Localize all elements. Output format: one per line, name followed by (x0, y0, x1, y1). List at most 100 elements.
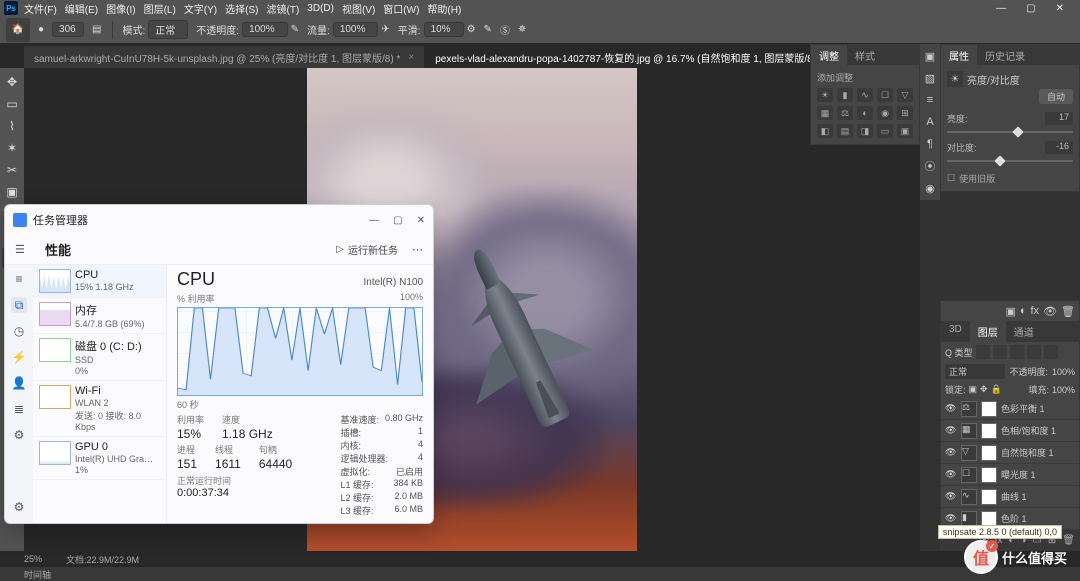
details-icon[interactable]: ≣ (11, 401, 27, 417)
history-icon[interactable]: ◷ (11, 323, 27, 339)
settings-icon[interactable]: ⚙ (11, 499, 27, 515)
opacity-field[interactable]: 100% (242, 22, 288, 37)
levels-icon[interactable]: ▮ (837, 88, 853, 102)
libraries-icon[interactable]: ≡ (922, 92, 938, 108)
run-new-task-button[interactable]: ▷运行新任务 (336, 242, 398, 257)
visibility-icon[interactable]: 👁 (945, 403, 957, 414)
move-tool[interactable]: ✥ (2, 72, 22, 92)
home-button[interactable]: 🏠 (6, 18, 30, 42)
doc-tab-1[interactable]: samuel-arkwright-CuInU78H-5k-unsplash.jp… (24, 46, 425, 68)
curves-icon[interactable]: ∿ (857, 88, 873, 102)
performance-icon[interactable]: ⧉ (11, 297, 27, 313)
quick-select-tool[interactable]: ✶ (2, 138, 22, 158)
hamburger-icon[interactable]: ☰ (15, 243, 31, 256)
pressure-size-icon[interactable]: Ⓢ (500, 22, 510, 37)
brushes-icon[interactable]: ⦿ (922, 158, 938, 174)
lock-all-icon[interactable]: ▣ (969, 384, 978, 395)
brightness-icon[interactable]: ☀ (817, 88, 833, 102)
more-icon[interactable]: ⋯ (412, 243, 423, 256)
threshold-icon[interactable]: ◨ (857, 124, 873, 138)
butterfly-icon[interactable]: ✵ (518, 24, 526, 35)
mask-thumb[interactable] (981, 401, 997, 417)
visibility-icon[interactable]: 👁 (945, 491, 957, 502)
filter-icon[interactable]: ▣ (1005, 305, 1015, 318)
layer-row[interactable]: 👁∿曲线 1 (941, 486, 1079, 508)
filter-shape-icon[interactable] (1027, 345, 1041, 359)
menu-view[interactable]: 视图(V) (342, 1, 375, 16)
auto-button[interactable]: 自动 (1039, 89, 1073, 104)
visibility-icon[interactable]: 👁 (945, 469, 957, 480)
lasso-tool[interactable]: ⌇ (2, 116, 22, 136)
brightness-value[interactable]: 17 (1045, 112, 1073, 125)
exposure-icon[interactable]: ☐ (877, 88, 893, 102)
smooth-gear-icon[interactable]: ⚙ (467, 24, 476, 35)
window-minimize-icon[interactable]: — (996, 3, 1006, 14)
mask-thumb[interactable] (981, 445, 997, 461)
menu-edit[interactable]: 编辑(E) (65, 1, 98, 16)
services-icon[interactable]: ⚙ (11, 427, 27, 443)
posterize-icon[interactable]: ▤ (837, 124, 853, 138)
layer-row[interactable]: 👁⚖色彩平衡 1 (941, 398, 1079, 420)
menu-type[interactable]: 文字(Y) (184, 1, 217, 16)
photofilter-icon[interactable]: ◉ (877, 106, 893, 120)
blend-mode-dropdown[interactable]: 正常 (945, 364, 1005, 379)
brightness-slider[interactable] (947, 131, 1073, 133)
eye-icon[interactable]: 👁 (1043, 305, 1057, 318)
tm-item-disk[interactable]: 磁盘 0 (C: D:)SSD0% (33, 334, 166, 381)
character-icon[interactable]: A (922, 114, 938, 130)
fx-icon[interactable]: fx (1031, 305, 1040, 317)
tm-close-icon[interactable]: ✕ (417, 215, 425, 226)
tm-minimize-icon[interactable]: — (369, 215, 379, 226)
brush-panel-icon[interactable]: ▤ (92, 24, 101, 35)
window-maximize-icon[interactable]: ▢ (1026, 3, 1035, 14)
brush-size-field[interactable]: 306 (52, 22, 84, 37)
contrast-value[interactable]: -16 (1045, 141, 1073, 154)
gradmap-icon[interactable]: ▭ (877, 124, 893, 138)
opacity-pressure-icon[interactable]: ✎ (291, 24, 299, 35)
layer-row[interactable]: 👁☐曝光度 1 (941, 464, 1079, 486)
tm-item-wifi[interactable]: Wi-FiWLAN 2发送: 0 接收: 8.0 Kbps (33, 381, 166, 437)
marquee-tool[interactable]: ▭ (2, 94, 22, 114)
layer-row[interactable]: 👁▽自然饱和度 1 (941, 442, 1079, 464)
menu-layer[interactable]: 图层(L) (144, 1, 176, 16)
lock-pos-icon[interactable]: ✥ (980, 384, 988, 395)
contrast-slider[interactable] (947, 160, 1073, 162)
symmetry-icon[interactable]: ✎ (484, 24, 492, 35)
invert-icon[interactable]: ◧ (817, 124, 833, 138)
menu-help[interactable]: 帮助(H) (427, 1, 461, 16)
mask-thumb[interactable] (981, 423, 997, 439)
swatches-icon[interactable]: ▧ (922, 70, 938, 86)
vibrance-icon[interactable]: ▽ (897, 88, 913, 102)
layer-opacity-value[interactable]: 100% (1052, 367, 1075, 377)
channelmixer-icon[interactable]: ⊞ (897, 106, 913, 120)
task-manager-window[interactable]: 任务管理器 — ▢ ✕ ☰ 性能 ▷运行新任务 ⋯ ≡ ⧉ ◷ ⚡ 👤 ≣ ⚙ … (4, 204, 434, 524)
mask-thumb[interactable] (981, 467, 997, 483)
layer-row[interactable]: 👁▦色相/饱和度 1 (941, 420, 1079, 442)
tm-item-memory[interactable]: 内存5.4/7.8 GB (69%) (33, 298, 166, 334)
menu-select[interactable]: 选择(S) (225, 1, 258, 16)
colorbalance-icon[interactable]: ⚖ (837, 106, 853, 120)
window-close-icon[interactable]: ✕ (1056, 3, 1064, 14)
zoom-value[interactable]: 25% (24, 554, 42, 564)
fill-value[interactable]: 100% (1052, 385, 1075, 395)
crop-tool[interactable]: ✂ (2, 160, 22, 180)
lock-pixel-icon[interactable]: 🔒 (991, 384, 1002, 395)
processes-icon[interactable]: ≡ (11, 271, 27, 287)
visibility-icon[interactable]: 👁 (945, 513, 957, 524)
menu-image[interactable]: 图像(I) (106, 1, 135, 16)
users-icon[interactable]: 👤 (11, 375, 27, 391)
paragraph-icon[interactable]: ¶ (922, 136, 938, 152)
color-icon[interactable]: ▣ (922, 48, 938, 64)
selcolor-icon[interactable]: ▣ (897, 124, 913, 138)
cpu-usage-chart[interactable] (177, 307, 423, 396)
tm-item-cpu[interactable]: CPU15% 1.18 GHz (33, 265, 166, 298)
filter-pixel-icon[interactable] (976, 345, 990, 359)
menu-file[interactable]: 文件(F) (24, 1, 57, 16)
menu-3d[interactable]: 3D(D) (307, 3, 334, 14)
flow-field[interactable]: 100% (333, 22, 379, 37)
tm-item-gpu[interactable]: GPU 0Intel(R) UHD Gra…1% (33, 437, 166, 480)
mask-thumb[interactable] (981, 489, 997, 505)
tab-history[interactable]: 历史记录 (977, 45, 1033, 65)
tab-layers[interactable]: 图层 (970, 321, 1006, 342)
brush-preview-icon[interactable]: ● (38, 24, 44, 35)
